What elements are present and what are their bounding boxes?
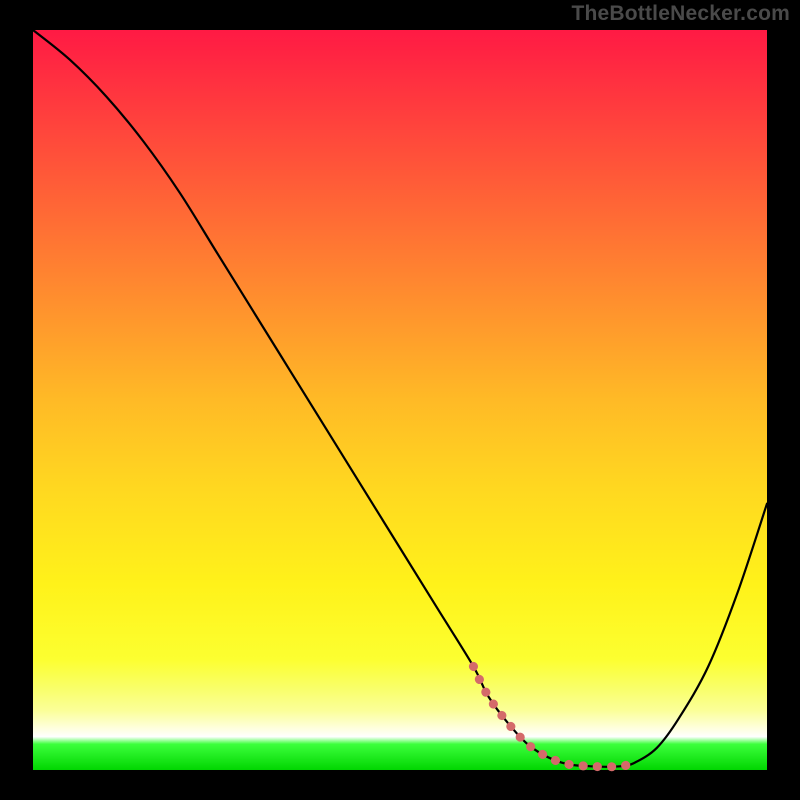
chart-container: TheBottleNecker.com [0,0,800,800]
bottleneck-chart [33,30,767,770]
bottleneck-curve-line [33,30,767,767]
watermark-text: TheBottleNecker.com [571,2,790,26]
trough-highlight [473,666,634,766]
